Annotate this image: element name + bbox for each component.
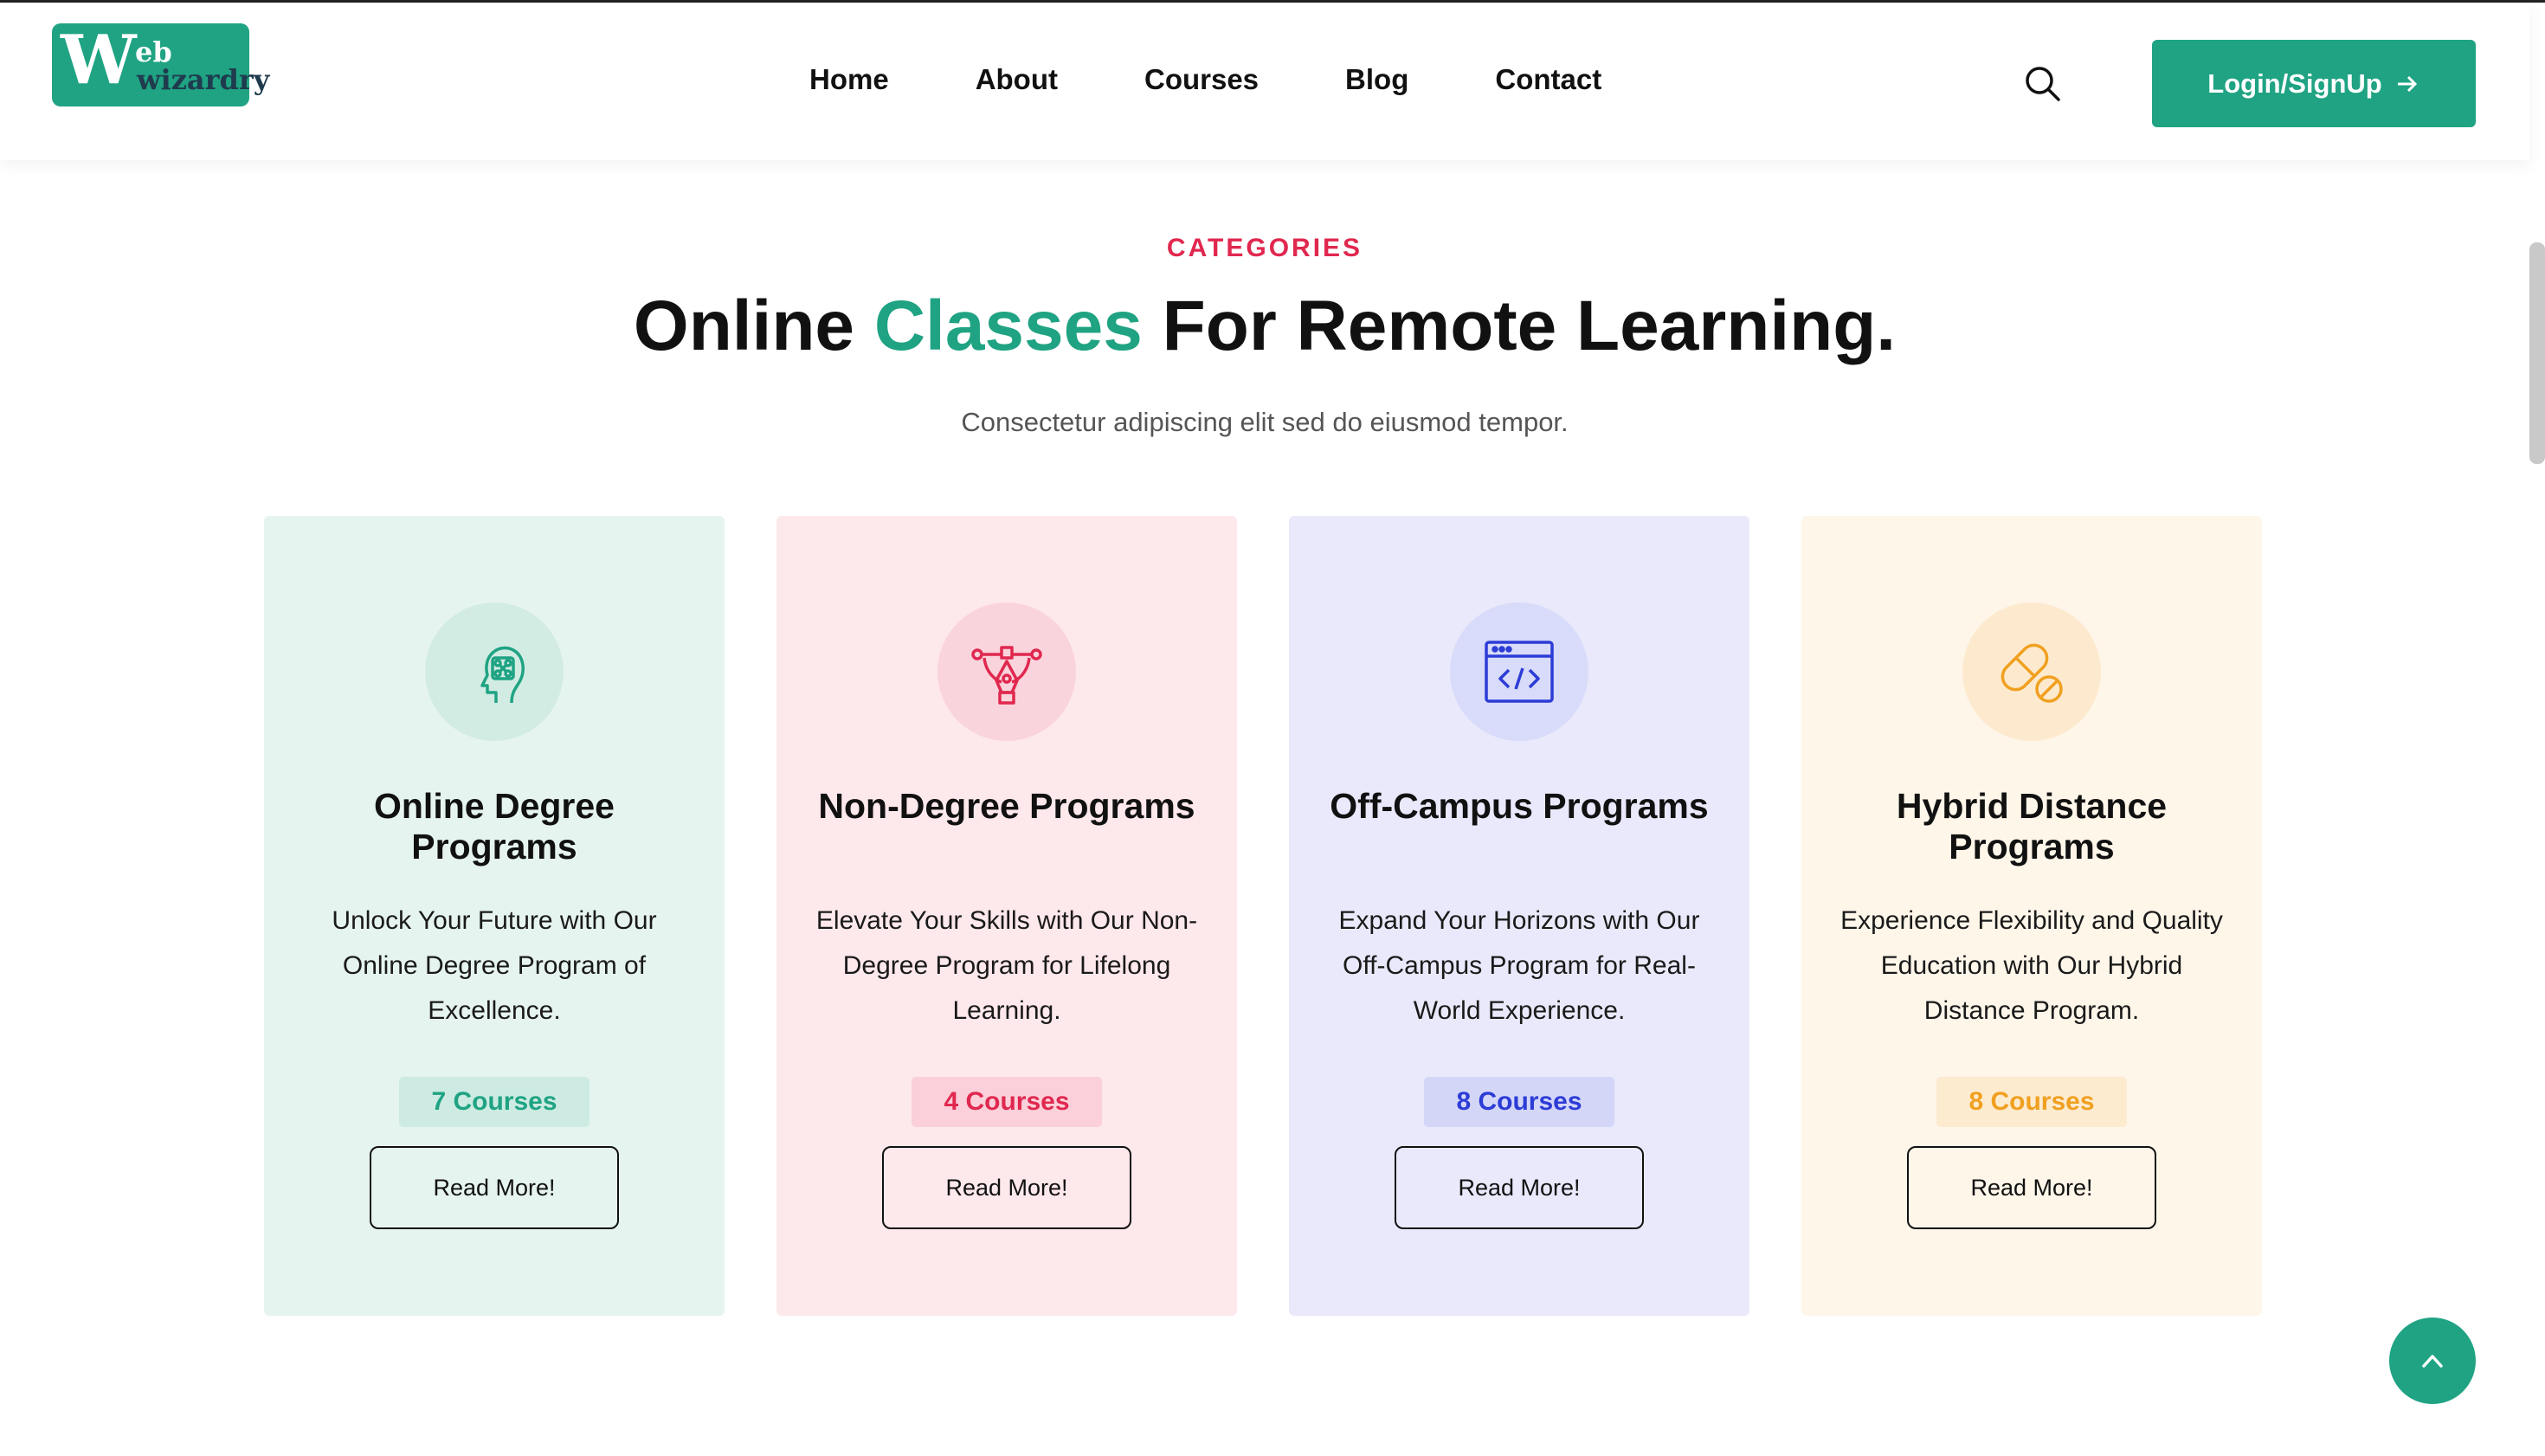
nav-about[interactable]: About <box>976 63 1058 96</box>
read-more-button[interactable]: Read More! <box>882 1146 1131 1229</box>
section-title: Online Classes For Remote Learning. <box>633 287 1897 365</box>
read-more-button[interactable]: Read More! <box>370 1146 619 1229</box>
category-card-off-campus: Off-Campus Programs Expand Your Horizons… <box>1289 516 1749 1316</box>
arrow-right-icon <box>2397 75 2417 92</box>
courses-count-badge: 8 Courses <box>1936 1077 2127 1127</box>
read-more-button[interactable]: Read More! <box>1395 1146 1644 1229</box>
section-subtitle: Consectetur adipiscing elit sed do eiusm… <box>961 407 1569 437</box>
navbar: W eb wizardry Home About Courses Blog Co… <box>0 3 2529 160</box>
section-eyebrow: CATEGORIES <box>1166 234 1363 262</box>
code-window-icon <box>1450 602 1588 741</box>
card-description: Elevate Your Skills with Our Non-Degree … <box>815 906 1198 1025</box>
brain-head-icon <box>425 602 564 741</box>
courses-count-badge: 4 Courses <box>912 1077 1102 1127</box>
card-title: Non-Degree Programs <box>818 786 1195 826</box>
site-logo[interactable]: W eb wizardry <box>52 21 269 106</box>
card-title: Online Degree Programs <box>374 786 615 867</box>
category-card-hybrid-distance: Hybrid Distance Programs Experience Flex… <box>1801 516 2262 1316</box>
category-card-non-degree: Non-Degree Programs Elevate Your Skills … <box>776 516 1237 1316</box>
card-title: Hybrid Distance Programs <box>1896 786 2168 867</box>
read-more-button[interactable]: Read More! <box>1907 1146 2156 1229</box>
courses-count-badge: 7 Courses <box>399 1077 590 1127</box>
courses-count-badge: 8 Courses <box>1424 1077 1614 1127</box>
nav-contact[interactable]: Contact <box>1495 63 1601 96</box>
nav-blog[interactable]: Blog <box>1345 63 1408 96</box>
nav-home[interactable]: Home <box>809 63 889 96</box>
pen-tool-icon <box>937 602 1076 741</box>
pill-icon <box>1962 602 2101 741</box>
search-icon[interactable] <box>2024 65 2062 103</box>
main-nav: Home About Courses Blog Contact <box>809 63 1601 96</box>
card-title: Off-Campus Programs <box>1330 786 1709 826</box>
login-label: Login/SignUp <box>2207 68 2382 99</box>
nav-courses[interactable]: Courses <box>1144 63 1259 96</box>
title-accent: Classes <box>873 287 1143 365</box>
logo-text-bottom: wizardry <box>137 63 270 96</box>
chevron-up-icon <box>2422 1355 2443 1368</box>
page-scrollbar[interactable] <box>2529 242 2545 464</box>
card-description: Unlock Your Future with Our Online Degre… <box>332 906 657 1025</box>
back-to-top-button[interactable] <box>2389 1317 2476 1404</box>
card-description: Experience Flexibility and Quality Educa… <box>1840 906 2223 1025</box>
card-description: Expand Your Horizons with Our Off-Campus… <box>1338 906 1700 1025</box>
category-card-online-degree: Online Degree Programs Unlock Your Futur… <box>264 516 725 1316</box>
login-signup-button[interactable]: Login/SignUp <box>2152 40 2476 127</box>
logo-letter: W <box>61 21 137 100</box>
